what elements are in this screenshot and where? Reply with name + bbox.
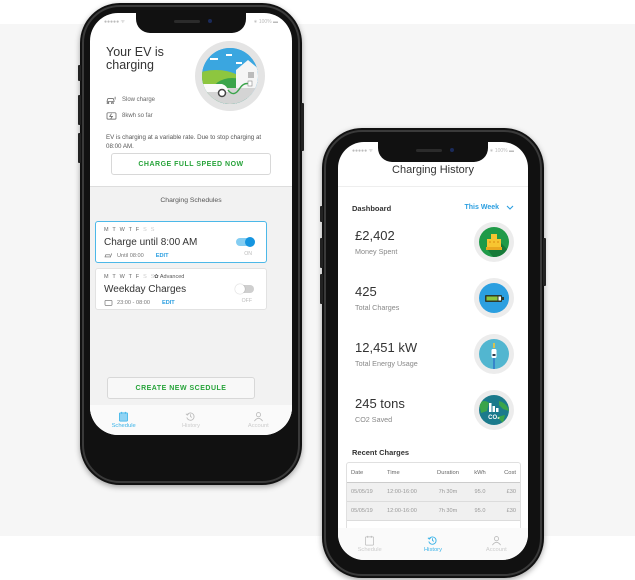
ev-charging-illustration xyxy=(195,41,265,111)
tab-account[interactable]: Account xyxy=(225,405,292,435)
volume-up-button xyxy=(320,238,323,268)
edit-schedule-link[interactable]: EDIT xyxy=(162,300,175,306)
tab-account[interactable]: Account xyxy=(465,528,528,560)
phone-history: ●●●●● ᯤ ∗ 100% ▬ Charging History Dashbo… xyxy=(320,128,546,578)
table-header: Date Time Duration kWh Cost xyxy=(347,463,520,483)
schedule-days: M T W T F S S xyxy=(104,227,156,233)
chevron-down-icon xyxy=(506,205,514,210)
charge-speed-row: Slow charge xyxy=(106,95,155,104)
volume-down-button xyxy=(320,274,323,304)
volume-up-button xyxy=(78,95,81,125)
svg-text:CO₂: CO₂ xyxy=(488,415,500,421)
toggle-state-label: ON xyxy=(244,251,252,257)
tab-bar: Schedule History Account xyxy=(338,528,528,560)
notch xyxy=(378,142,488,162)
create-schedule-button[interactable]: CREATE NEW SCEDULE xyxy=(107,377,255,399)
schedule-toggle[interactable] xyxy=(235,284,254,294)
table-row[interactable]: 05/05/19 12:00-16:00 7h 30m 95.0 £30 xyxy=(347,483,520,502)
calendar-icon xyxy=(119,411,129,422)
battery-indicator: ∗ 100% ▬ xyxy=(253,19,278,25)
user-icon xyxy=(491,536,501,546)
schedule-title: Charge until 8:00 AM xyxy=(104,237,198,248)
gear-icon: ✿ xyxy=(154,274,159,280)
plug-icon xyxy=(474,334,514,374)
energy-icon xyxy=(104,300,113,306)
mute-switch xyxy=(320,206,323,222)
period-dropdown[interactable]: This Week xyxy=(465,204,515,211)
phone-schedule: ●●●●● ᯤ ∗ 100% ▬ Your EV is charging Slo… xyxy=(78,3,304,485)
charge-full-speed-button[interactable]: CHARGE FULL SPEED NOW xyxy=(111,153,271,175)
car-icon xyxy=(104,253,112,258)
signal-indicator: ●●●●● ᯤ xyxy=(104,19,126,25)
screen-history: ●●●●● ᯤ ∗ 100% ▬ Charging History Dashbo… xyxy=(338,142,528,560)
calendar-icon xyxy=(365,535,375,546)
power-button xyxy=(301,103,304,151)
car-charge-icon xyxy=(106,96,116,104)
mute-switch xyxy=(78,65,81,81)
screen-schedule: ●●●●● ᯤ ∗ 100% ▬ Your EV is charging Slo… xyxy=(90,13,292,435)
tab-schedule[interactable]: Schedule xyxy=(90,405,157,435)
co2-globe-icon: CO₂ xyxy=(474,390,514,430)
user-icon xyxy=(253,412,263,422)
schedules-heading: Charging Schedules xyxy=(160,197,222,204)
schedule-subtitle: 23:00 - 08:00 EDIT xyxy=(104,299,175,306)
charge-speed-text: Slow charge xyxy=(122,96,156,103)
recent-charges-label: Recent Charges xyxy=(352,448,410,457)
energy-so-far-text: 8kwh so far xyxy=(122,112,153,119)
schedule-title: Weekday Charges xyxy=(104,284,187,295)
table-row[interactable]: 05/05/19 12:00-16:00 7h 30m 95.0 £30 xyxy=(347,502,520,521)
battery-indicator: ∗ 100% ▬ xyxy=(489,148,514,154)
schedules-section: Charging Schedules M T W T F S S Charge … xyxy=(90,186,292,415)
notch xyxy=(136,13,246,33)
schedule-card[interactable]: M T W T F S S ✿ Advanced Weekday Charges… xyxy=(95,268,267,310)
toggle-state-label: OFF xyxy=(241,298,252,304)
tab-bar: Schedule History Account xyxy=(90,405,292,435)
schedule-subtitle: Until 08:00 EDIT xyxy=(104,252,169,259)
edit-schedule-link[interactable]: EDIT xyxy=(156,253,169,259)
energy-icon xyxy=(106,112,117,120)
volume-down-button xyxy=(78,133,81,163)
schedule-days: M T W T F S S xyxy=(104,274,156,280)
charging-description: EV is charging at a variable rate. Due t… xyxy=(106,134,262,150)
tab-history[interactable]: History xyxy=(157,405,224,435)
charging-status-title: Your EV is charging xyxy=(106,45,164,72)
schedule-toggle[interactable] xyxy=(236,237,255,247)
dashboard-label: Dashboard xyxy=(352,204,392,213)
power-button xyxy=(543,238,546,286)
advanced-badge: ✿ Advanced xyxy=(154,274,185,280)
schedule-card[interactable]: M T W T F S S Charge until 8:00 AM Until… xyxy=(95,221,267,263)
energy-so-far-row: 8kwh so far xyxy=(106,111,153,120)
header-divider xyxy=(338,186,528,187)
cash-register-icon xyxy=(474,222,514,262)
page-title: Charging History xyxy=(392,164,474,176)
signal-indicator: ●●●●● ᯤ xyxy=(352,148,374,154)
history-icon xyxy=(186,412,195,421)
tab-history[interactable]: History xyxy=(401,528,464,560)
tab-schedule[interactable]: Schedule xyxy=(338,528,401,560)
battery-icon xyxy=(474,278,514,318)
history-icon xyxy=(428,536,438,545)
